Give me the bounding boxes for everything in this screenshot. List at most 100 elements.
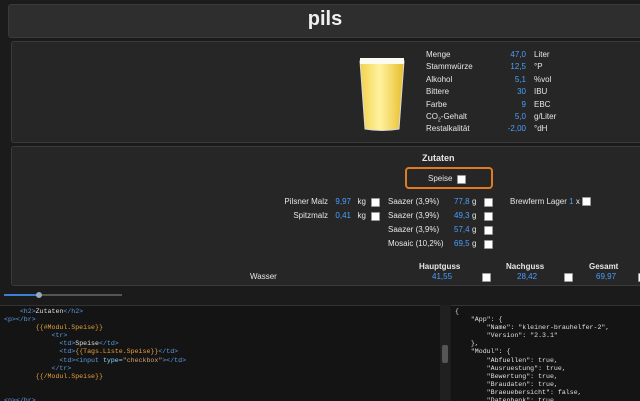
malz-unit: kg bbox=[357, 211, 366, 220]
code-token: <td> bbox=[59, 340, 76, 348]
hopfen-unit: g bbox=[472, 225, 477, 234]
spec-unit: %vol bbox=[534, 74, 552, 84]
spec-row: Stammwürze 12,5 °P bbox=[426, 62, 640, 74]
code-line: <td><input type="checkbox"></td> bbox=[4, 357, 186, 365]
code-token: <p></br> bbox=[4, 397, 36, 401]
json-line: "Braudaten": true, bbox=[455, 380, 558, 388]
hopfen-row: Mosaic (10,2%) 69,5 g bbox=[388, 239, 496, 253]
code-token: <td><input bbox=[59, 356, 103, 364]
hopfen-checkbox[interactable] bbox=[484, 198, 493, 207]
json-code: { "App": { "Name": "kleiner-brauhelfer-2… bbox=[455, 308, 609, 401]
json-line: "Version": "2.3.1" bbox=[455, 332, 558, 340]
zoom-slider-handle[interactable] bbox=[36, 292, 43, 298]
json-editor[interactable]: { "App": { "Name": "kleiner-brauhelfer-2… bbox=[451, 305, 640, 401]
spec-unit: g/Liter bbox=[534, 111, 557, 121]
code-token: {{Tags.Liste.Speise}} bbox=[75, 348, 159, 356]
hopfen-amount: 57,4 bbox=[454, 225, 470, 234]
spec-label: Bittere bbox=[426, 87, 450, 97]
html-editor-scrollbar[interactable] bbox=[440, 305, 450, 400]
spec-row: Farbe 9 EBC bbox=[426, 100, 640, 112]
code-line: {{/Modul.Speise}} bbox=[4, 373, 186, 381]
hopfen-checkbox[interactable] bbox=[484, 226, 493, 235]
hopfen-name: Saazer (3,9%) bbox=[388, 211, 440, 220]
code-line: <h2>Zutaten</h2> bbox=[4, 308, 186, 316]
wasser-header-gesamt: Gesamt bbox=[589, 262, 619, 271]
hopfen-amount: 77,8 bbox=[454, 197, 470, 206]
zoom-slider[interactable] bbox=[4, 292, 122, 298]
wasser-nachguss-checkbox[interactable] bbox=[564, 273, 573, 282]
hefe-unit: x bbox=[573, 197, 583, 206]
spec-row: Alkohol 5,1 %vol bbox=[426, 75, 640, 87]
json-line: "Abfuellen": true, bbox=[455, 356, 558, 364]
code-token: Speise bbox=[75, 340, 99, 348]
spec-label: Restalkalität bbox=[426, 124, 470, 134]
hopfen-unit: g bbox=[472, 239, 477, 248]
json-line: "Bewertung": true, bbox=[455, 372, 558, 380]
html-editor-scrollbar-thumb[interactable] bbox=[442, 345, 448, 363]
code-token: ></td> bbox=[162, 356, 187, 364]
specs-panel: Menge 47,0 Liter Stammwürze 12,5 °P Alkohol 5,1… bbox=[11, 41, 640, 143]
code-line: <p></br> bbox=[4, 316, 186, 324]
hopfen-amount: 69,5 bbox=[454, 239, 470, 248]
malz-amount: 9,97 bbox=[335, 197, 351, 206]
code-line: {{#Modul.Speise}} bbox=[4, 324, 186, 332]
malz-checkbox[interactable] bbox=[371, 212, 380, 221]
wasser-header-nachguss: Nachguss bbox=[506, 262, 545, 271]
hopfen-checkbox[interactable] bbox=[484, 212, 493, 221]
wasser-nachguss-value: 28,42 bbox=[517, 272, 538, 281]
json-line: }, bbox=[455, 340, 479, 348]
html-code: <h2>Zutaten</h2> <p></br> {{#Modul.Speise… bbox=[4, 308, 186, 401]
code-token: {{#Modul.Speise}} bbox=[35, 324, 103, 332]
spec-value: 30 bbox=[517, 87, 526, 97]
hefe-row-inner: Brewferm Lager 1 x bbox=[510, 197, 602, 211]
hopfen-row: Saazer (3,9%) 49,3 g bbox=[388, 211, 496, 225]
zoom-slider-fill bbox=[4, 294, 40, 296]
hopfen-name: Saazer (3,9%) bbox=[388, 225, 440, 234]
beer-glass-icon bbox=[359, 58, 405, 131]
spec-label-sub: 2 bbox=[438, 117, 441, 124]
hefe-checkbox[interactable] bbox=[582, 197, 592, 207]
spec-unit: °P bbox=[534, 62, 543, 72]
code-token: "checkbox" bbox=[122, 356, 163, 364]
spec-label: CO2-Gehalt bbox=[426, 111, 468, 124]
code-token: <td> bbox=[59, 348, 76, 356]
code-token: <tr> bbox=[51, 332, 68, 340]
malz-checkbox[interactable] bbox=[371, 198, 380, 207]
json-line: "Datenbank": true, bbox=[455, 397, 558, 401]
spec-value: 5,1 bbox=[514, 74, 526, 84]
html-editor[interactable]: <h2>Zutaten</h2> <p></br> {{#Modul.Speise… bbox=[0, 305, 440, 401]
hefe-name: Brewferm Lager bbox=[510, 197, 570, 206]
spec-unit: Liter bbox=[534, 50, 550, 59]
spec-label: Stammwürze bbox=[426, 62, 473, 72]
spec-label: Alkohol bbox=[426, 74, 453, 84]
hefe-row: Brewferm Lager 1 x bbox=[510, 197, 602, 211]
json-line: "Name": "kleiner-brauhelfer-2", bbox=[455, 324, 610, 332]
malz-name: Pilsner Malz bbox=[284, 197, 328, 206]
malz-row: Spitzmalz 0,41 kg bbox=[268, 211, 380, 225]
speise-checkbox[interactable] bbox=[457, 175, 466, 184]
json-line: "Braeuebersicht": false, bbox=[455, 388, 582, 396]
title-bar: pils bbox=[8, 4, 640, 38]
spec-row: Menge 47,0 Liter bbox=[426, 50, 640, 62]
code-token: </td> bbox=[158, 348, 179, 356]
wasser-hauptguss-checkbox[interactable] bbox=[482, 273, 491, 282]
malz-row: Pilsner Malz 9,97 kg bbox=[268, 197, 380, 211]
hopfen-checkbox[interactable] bbox=[484, 240, 493, 249]
code-token: </tr> bbox=[51, 364, 72, 372]
json-line: { bbox=[455, 308, 459, 315]
page-title: pils bbox=[307, 8, 343, 30]
spec-row: CO2-Gehalt 5,0 g/Liter bbox=[426, 112, 640, 124]
spec-value: 47,0 bbox=[510, 50, 526, 59]
code-token: Zutaten bbox=[35, 308, 64, 315]
spec-label: Farbe bbox=[426, 99, 447, 109]
json-line: "Modul": { bbox=[455, 348, 511, 356]
hopfen-list: Saazer (3,9%) 77,8 g Saazer (3,9%) 49,3 g Saaz… bbox=[388, 197, 496, 253]
zutaten-heading: Zutaten bbox=[422, 153, 455, 163]
hopfen-name: Mosaic (10,2%) bbox=[388, 239, 444, 248]
hopfen-name: Saazer (3,9%) bbox=[388, 197, 440, 206]
code-line: <p></br> bbox=[4, 397, 186, 401]
code-line: <td>{{Tags.Liste.Speise}}</td> bbox=[4, 348, 186, 356]
wasser-label: Wasser bbox=[250, 272, 277, 281]
